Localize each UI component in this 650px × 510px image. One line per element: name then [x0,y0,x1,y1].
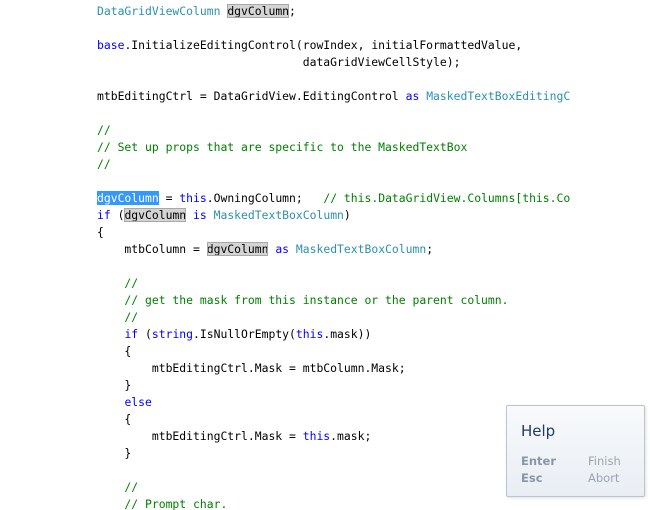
comment: // [97,276,139,290]
code-text: = [158,191,180,205]
enter-key-label: Enter [521,454,557,468]
keyword: string [151,327,194,341]
code-line[interactable]: // [97,309,138,326]
code-text: mtbEditingCtrl.Mask = mtbColumn.Mask; [97,361,406,375]
finish-action-label[interactable]: Finish [588,454,621,468]
code-text: ; [426,242,434,256]
keyword: base [97,38,125,52]
code-text: } [97,446,132,460]
code-text: .IsNullOrEmpty( [193,327,296,341]
comment: // get the mask from this instance or th… [97,293,509,307]
comment: // [97,157,111,171]
selected-text: dgvColumn [97,191,159,205]
code-text: mtbColumn = [97,242,207,256]
code-line[interactable]: // [97,275,138,292]
highlighted-reference: dgvColumn [124,208,187,222]
code-line[interactable]: // [97,156,111,173]
keyword: is [193,208,207,222]
code-text: mtbEditingCtrl.Mask = [97,429,303,443]
code-line[interactable]: { [97,343,131,360]
keyword: this [295,327,324,341]
code-line[interactable]: { [97,411,131,428]
code-text: ( [138,327,152,341]
comment: // [97,480,139,494]
code-line[interactable]: // Prompt char. [97,496,227,510]
code-text: mtbEditingCtrl = DataGridView.EditingCon… [97,89,406,103]
code-text: ; [289,4,296,18]
keyword: as [275,242,290,256]
code-line[interactable]: DataGridViewColumn dgvColumn; [97,3,296,20]
code-line[interactable]: // [97,479,138,496]
comment: // [97,310,139,324]
code-line[interactable]: mtbEditingCtrl = DataGridView.EditingCon… [97,88,570,105]
keyword: as [405,89,420,103]
code-text: .OwningColumn; [206,191,324,205]
comment: // this.DataGridView.Columns[this.Co [323,191,571,205]
code-text: .mask)) [323,327,372,341]
code-line[interactable]: dgvColumn = this.OwningColumn; // this.D… [97,190,570,207]
code-line[interactable]: // [97,122,111,139]
code-text: .mask; [330,429,372,443]
abort-action-label[interactable]: Abort [588,471,619,485]
code-line[interactable]: mtbColumn = dgvColumn as MaskedTextBoxCo… [97,241,433,258]
code-line[interactable]: dataGridViewCellStyle); [97,54,461,71]
help-title: Help [521,422,556,440]
code-line[interactable]: base.InitializeEditingControl(rowIndex, … [97,37,522,54]
code-text: dataGridViewCellStyle); [97,55,461,69]
code-line[interactable]: if (dgvColumn is MaskedTextBoxColumn) [97,207,351,224]
code-line[interactable]: } [97,377,131,394]
esc-key-label: Esc [521,471,543,485]
type-name: DataGridViewColumn [97,4,221,18]
keyword: this [179,191,207,205]
code-line[interactable]: mtbEditingCtrl.Mask = mtbColumn.Mask; [97,360,406,377]
code-text: { [97,344,132,358]
code-line[interactable]: if (string.IsNullOrEmpty(this.mask)) [97,326,371,343]
code-text: { [97,225,104,239]
code-line[interactable]: // get the mask from this instance or th… [97,292,508,309]
keyword: else [124,395,152,409]
code-line[interactable]: { [97,224,104,241]
code-text: } [97,378,132,392]
type-name: MaskedTextBoxColumn [295,242,427,256]
code-line[interactable]: // Set up props that are specific to the… [97,139,467,156]
code-line[interactable]: } [97,445,131,462]
code-text: { [97,412,132,426]
comment: // [97,123,111,137]
code-text: .InitializeEditingControl(rowIndex, init… [124,38,523,52]
comment: // Set up props that are specific to the… [97,140,468,154]
code-text: ) [343,208,351,222]
keyword: if [97,208,111,222]
comment: // Prompt char. [97,497,228,510]
code-line[interactable]: mtbEditingCtrl.Mask = this.mask; [97,428,371,445]
highlighted-reference: dgvColumn [227,4,290,18]
help-popup: Help Enter Esc Finish Abort [506,405,645,497]
keyword: if [124,327,139,341]
code-text: ( [110,208,125,222]
type-name: MaskedTextBoxEditingC [426,89,571,103]
type-name: MaskedTextBoxColumn [213,208,344,222]
code-line[interactable]: else [97,394,152,411]
keyword: this [302,429,331,443]
highlighted-reference: dgvColumn [206,242,269,256]
